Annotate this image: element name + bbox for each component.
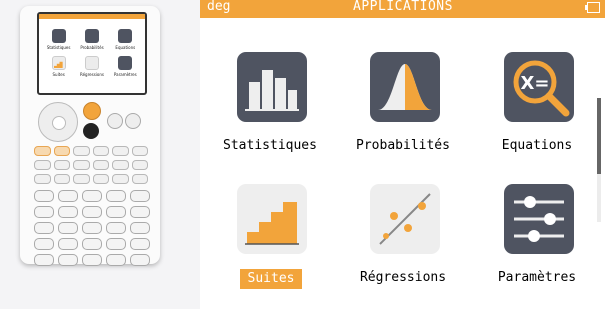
power-key-icon <box>83 123 99 139</box>
number-key <box>58 222 78 234</box>
ok-key-icon <box>107 113 123 129</box>
mini-label-regressions: Régressions <box>80 72 104 77</box>
function-keys <box>34 146 148 184</box>
number-key <box>58 190 78 202</box>
app-probability[interactable]: Probabilités <box>344 52 462 177</box>
number-key <box>106 190 126 202</box>
mini-app-grid: Statistiques Probabilités Equations Suit… <box>39 19 145 77</box>
app-label-probability: Probabilités <box>356 138 450 153</box>
app-label-sequences-highlight: Suites <box>240 269 302 289</box>
app-equations[interactable]: X= Equations <box>478 52 596 177</box>
screen-title: APPLICATIONS <box>353 0 453 14</box>
mini-probability-icon <box>84 29 99 43</box>
statistics-icon <box>237 52 307 122</box>
number-key <box>130 238 150 250</box>
mini-tile-statistics: Statistiques <box>43 29 74 50</box>
mini-sequences-icon <box>51 56 66 70</box>
app-label-regressions: Régressions <box>359 270 447 285</box>
app-label-sequences: Suites <box>247 271 295 286</box>
number-keys <box>34 190 150 266</box>
mini-label-sequences: Suites <box>52 72 65 77</box>
mini-settings-icon <box>118 56 133 70</box>
function-key <box>34 160 51 170</box>
probability-icon <box>370 52 440 122</box>
calculator-device: Statistiques Probabilités Equations Suit… <box>20 6 160 266</box>
mini-label-statistics: Statistiques <box>46 45 71 50</box>
angle-mode-indicator: deg <box>207 0 231 14</box>
number-key <box>58 238 78 250</box>
calculator-mini-screen: Statistiques Probabilités Equations Suit… <box>37 12 147 95</box>
number-key <box>130 222 150 234</box>
number-key <box>34 238 54 250</box>
mini-equations-icon <box>118 29 133 43</box>
number-key <box>106 238 126 250</box>
number-key <box>82 222 102 234</box>
app-sequences[interactable] <box>211 184 329 309</box>
number-key <box>58 254 78 266</box>
mini-tile-regressions: Régressions <box>76 56 107 77</box>
sequences-icon <box>237 184 307 254</box>
number-key <box>82 206 102 218</box>
function-key <box>34 146 51 156</box>
back-key-icon <box>125 113 141 129</box>
function-key <box>131 174 148 184</box>
number-key <box>34 222 54 234</box>
app-statistics[interactable]: Statistiques <box>211 52 329 177</box>
battery-icon <box>585 2 600 13</box>
app-regressions[interactable]: Régressions <box>344 184 462 309</box>
function-key <box>34 174 51 184</box>
home-key-icon <box>83 102 101 120</box>
app-label-statistics: Statistiques <box>223 138 317 153</box>
applications-screen: deg APPLICATIONS Statistiques Probabilit… <box>200 0 605 309</box>
number-key <box>58 206 78 218</box>
mini-label-equations: Equations <box>115 45 136 50</box>
number-key <box>34 190 54 202</box>
function-key <box>92 160 109 170</box>
number-key <box>130 206 150 218</box>
function-key <box>92 146 109 156</box>
mini-tile-settings: Paramètres <box>110 56 141 77</box>
number-key <box>106 206 126 218</box>
number-key <box>34 254 54 266</box>
dpad-icon <box>38 102 78 142</box>
app-settings[interactable]: Paramètres <box>478 184 596 309</box>
equations-icon: X= <box>504 52 574 122</box>
mini-tile-probability: Probabilités <box>76 29 107 50</box>
mini-tile-equations: Equations <box>110 29 141 50</box>
number-key <box>82 254 102 266</box>
number-key <box>34 206 54 218</box>
mini-label-probability: Probabilités <box>80 45 104 50</box>
number-key <box>82 190 102 202</box>
status-bar: deg APPLICATIONS <box>200 0 605 18</box>
function-key <box>73 160 90 170</box>
settings-icon <box>504 184 574 254</box>
app-label-equations: Equations <box>501 138 573 153</box>
function-key <box>53 146 70 156</box>
mini-regressions-icon <box>84 56 99 70</box>
calculator-preview-panel: Statistiques Probabilités Equations Suit… <box>0 0 200 309</box>
number-key <box>106 222 126 234</box>
mini-statistics-icon <box>51 29 66 43</box>
function-key <box>92 174 109 184</box>
number-key <box>82 238 102 250</box>
function-key <box>112 160 129 170</box>
app-label-settings: Paramètres <box>497 270 577 285</box>
function-key <box>131 160 148 170</box>
function-key <box>112 174 129 184</box>
scrollbar-thumb[interactable] <box>597 98 601 174</box>
mini-label-settings: Paramètres <box>113 72 137 77</box>
number-key <box>130 254 150 266</box>
svg-text:X=: X= <box>521 73 550 94</box>
regressions-icon <box>370 184 440 254</box>
function-key <box>131 146 148 156</box>
function-key <box>112 146 129 156</box>
function-key <box>53 174 70 184</box>
function-key <box>53 160 70 170</box>
function-key <box>73 174 90 184</box>
number-key <box>130 190 150 202</box>
mini-tile-sequences: Suites <box>43 56 74 77</box>
function-key <box>73 146 90 156</box>
number-key <box>106 254 126 266</box>
